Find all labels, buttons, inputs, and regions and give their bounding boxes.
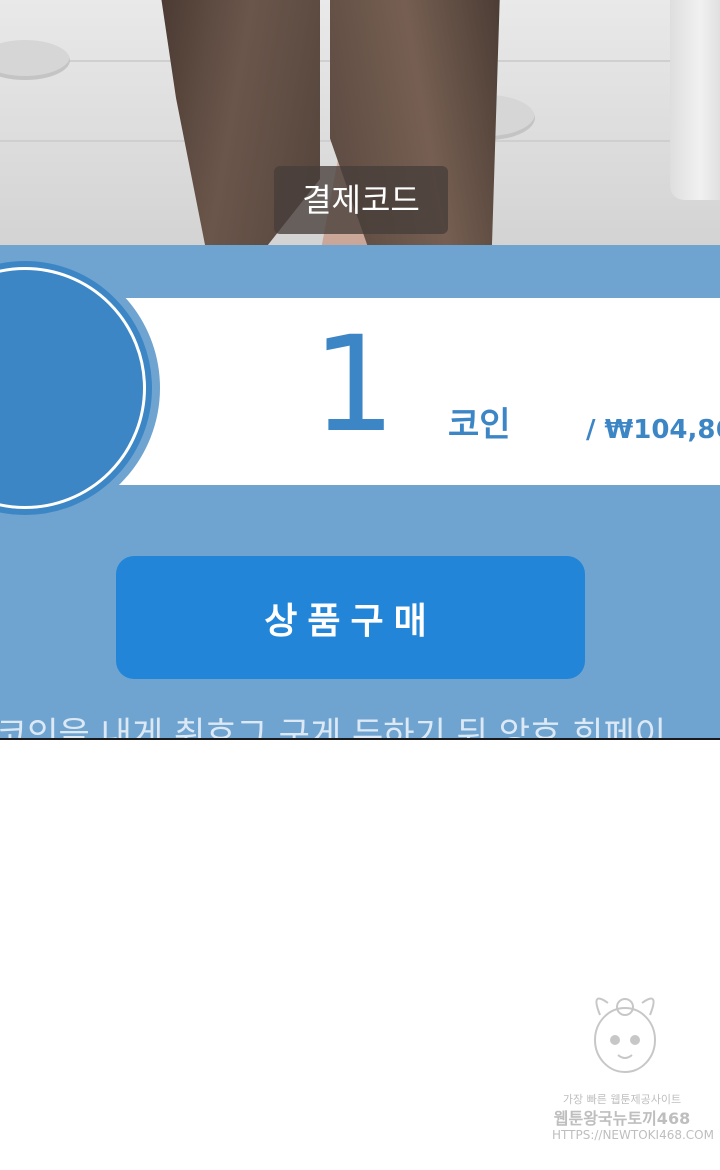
scene-illustration: 결제코드 <box>0 0 720 245</box>
coin-amount: 1 <box>312 308 396 462</box>
logo-mark: ro <box>0 356 48 436</box>
scene-caption: 결제코드 <box>274 166 448 234</box>
watermark-site-name: 웹툰왕국뉴토끼468 <box>553 1109 691 1128</box>
watermark-url: HTTPS://NEWTOKI468.COM <box>552 1128 714 1142</box>
watermark: 가장 빠른 웹툰제공사이트 웹툰왕국뉴토끼468 HTTPS://NEWTOKI… <box>552 985 714 1160</box>
stool <box>0 40 70 80</box>
coin-price: / ₩104,86 <box>586 415 720 445</box>
pillar <box>670 0 720 200</box>
coin-unit: 코인 <box>448 405 511 445</box>
buy-button[interactable]: 상품구매 <box>116 556 585 679</box>
page: 결제코드 ro 1 코인 / ₩104,86 <box>0 0 720 1170</box>
panel-cut-text: 코인을 내게 취흐그 구게 두하기 뒤 앙흐 희페이 <box>0 715 666 740</box>
mascot-icon <box>594 997 656 1073</box>
payment-panel: ro 1 코인 / ₩104,86 상품구매 코인을 내게 취흐그 구게 두하기… <box>0 245 720 740</box>
